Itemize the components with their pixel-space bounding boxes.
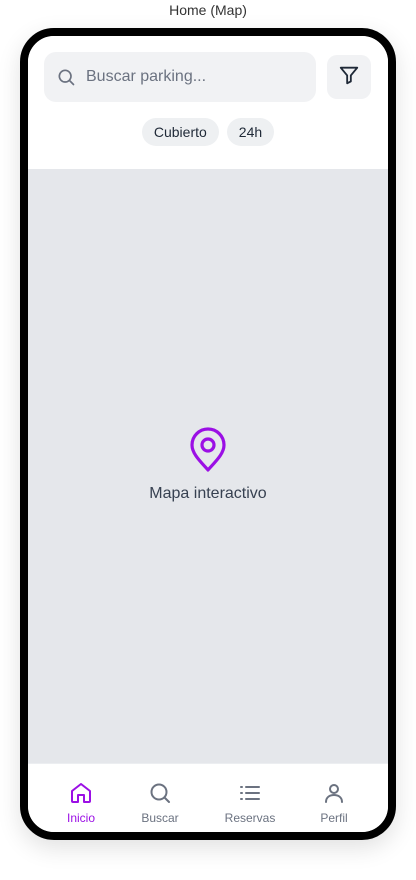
chip-cubierto[interactable]: Cubierto bbox=[141, 118, 219, 146]
search-bar[interactable] bbox=[44, 52, 316, 102]
nav-label-perfil: Perfil bbox=[320, 811, 348, 825]
search-icon bbox=[56, 67, 76, 87]
nav-item-perfil[interactable]: Perfil bbox=[310, 764, 358, 832]
search-input[interactable] bbox=[84, 67, 308, 87]
nav-item-buscar[interactable]: Buscar bbox=[132, 764, 188, 832]
frame-title: Home (Map) bbox=[169, 2, 247, 18]
nav-item-reservas[interactable]: Reservas bbox=[218, 764, 282, 832]
user-icon bbox=[321, 780, 347, 806]
filter-chips: Cubierto 24h bbox=[28, 118, 388, 146]
map-label: Mapa interactivo bbox=[149, 485, 267, 502]
nav-label-buscar: Buscar bbox=[141, 811, 179, 825]
list-icon bbox=[237, 780, 263, 806]
filter-icon bbox=[338, 64, 360, 91]
home-icon bbox=[68, 780, 94, 806]
nav-label-inicio: Inicio bbox=[66, 811, 95, 825]
bottom-nav: Inicio Buscar Reservas Perfil bbox=[28, 763, 388, 832]
nav-item-inicio[interactable]: Inicio bbox=[54, 764, 108, 832]
top-bar: Cubierto 24h bbox=[28, 36, 388, 169]
phone-screen: Cubierto 24h Mapa interactivo Inicio bbox=[20, 28, 396, 840]
nav-label-reservas: Reservas bbox=[224, 811, 276, 825]
map-view[interactable]: Mapa interactivo bbox=[28, 169, 388, 763]
search-icon bbox=[147, 780, 173, 806]
filter-button[interactable] bbox=[327, 55, 371, 99]
map-pin-icon bbox=[187, 425, 229, 473]
chip-24h[interactable]: 24h bbox=[226, 118, 275, 146]
